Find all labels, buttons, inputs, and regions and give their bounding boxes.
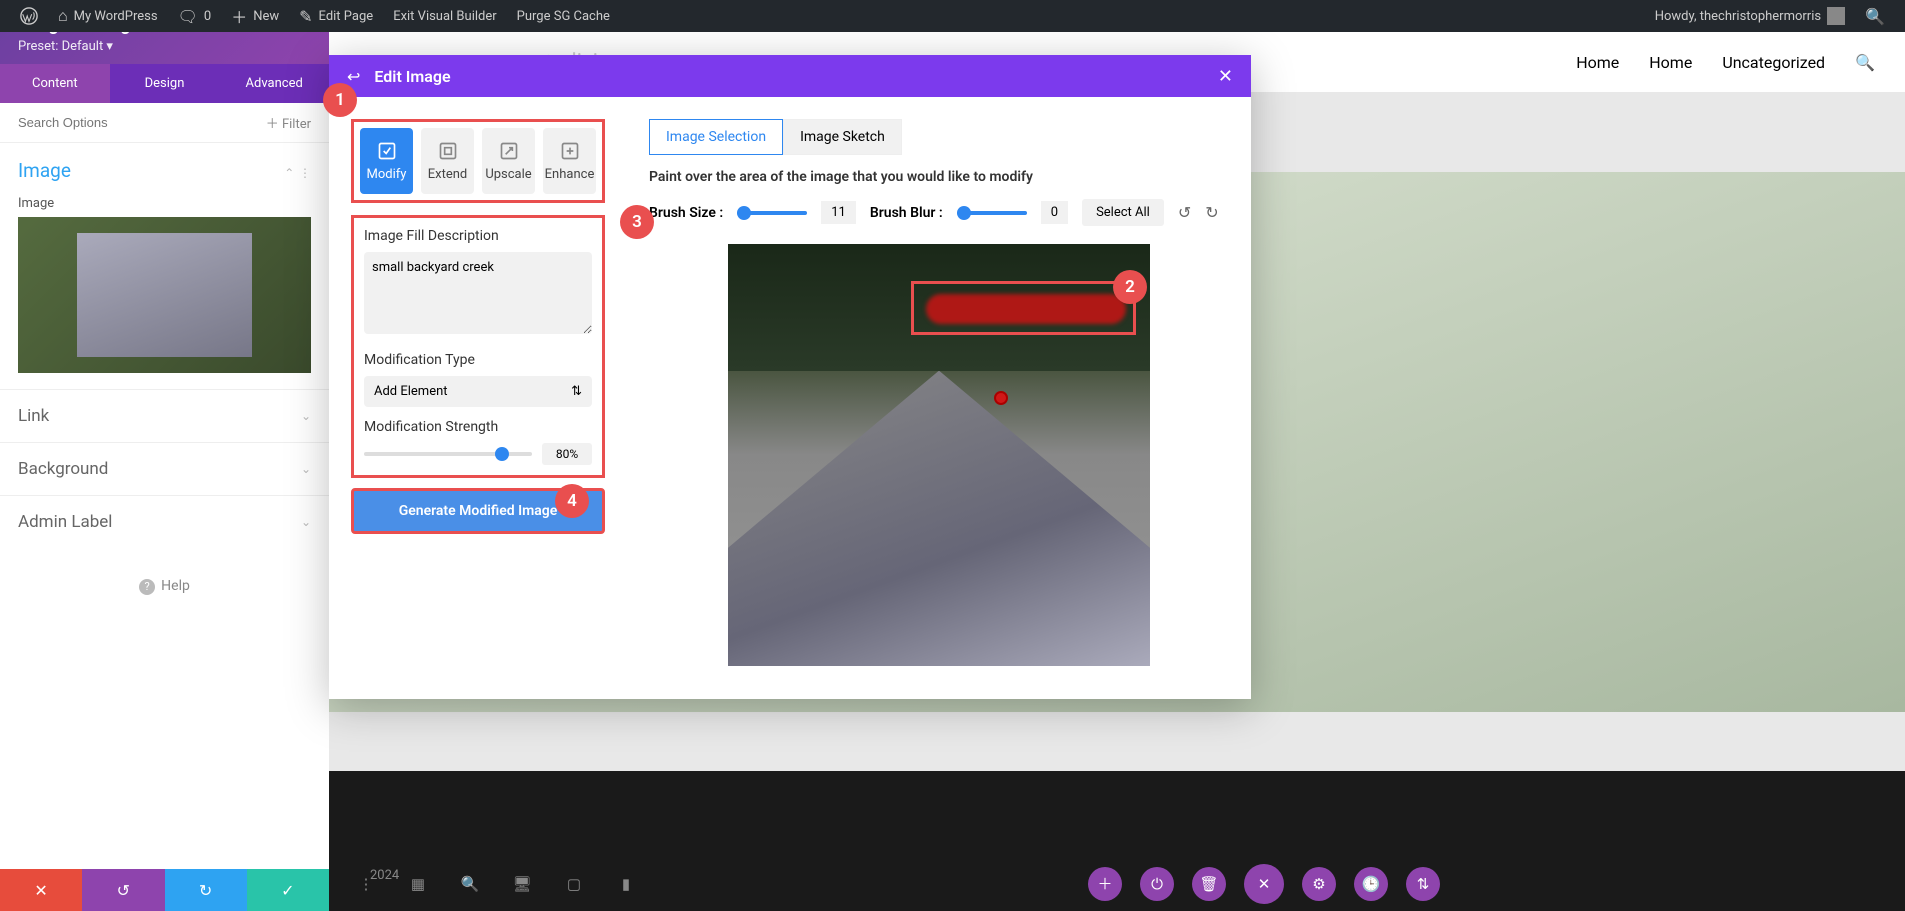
- section-link[interactable]: Link⌄: [0, 389, 329, 442]
- image-tabs: Image Selection Image Sketch: [649, 119, 1229, 155]
- cancel-button[interactable]: ✕: [0, 869, 82, 911]
- history-icon[interactable]: 🕒: [1354, 867, 1388, 901]
- tab-advanced[interactable]: Advanced: [219, 64, 329, 103]
- comments[interactable]: 🗨0: [168, 0, 222, 32]
- section-background[interactable]: Background⌄: [0, 442, 329, 495]
- undo-button[interactable]: ↺: [82, 869, 164, 911]
- chevron-down-icon: ⌄: [301, 515, 311, 529]
- select-arrows-icon: ⇅: [571, 384, 582, 399]
- paint-highlight-box: [911, 281, 1136, 335]
- brush-controls: Brush Size : 11 Brush Blur : 0 Select Al…: [649, 199, 1229, 226]
- extend-button[interactable]: Extend: [421, 128, 474, 194]
- brush-blur-slider[interactable]: [957, 211, 1027, 215]
- modification-strength-label: Modification Strength: [364, 419, 592, 435]
- close-icon[interactable]: ✕: [1218, 66, 1233, 87]
- action-group: Modify Extend Upscale Enhance: [351, 119, 605, 203]
- new-content[interactable]: ＋New: [221, 0, 289, 32]
- brush-size-slider[interactable]: [737, 211, 807, 215]
- paint-canvas[interactable]: [728, 244, 1150, 666]
- chevron-down-icon: ⌄: [301, 462, 311, 476]
- wp-admin-bar: ⌂My WordPress 🗨0 ＋New ✎Edit Page Exit Vi…: [0, 0, 1905, 32]
- tab-design[interactable]: Design: [110, 64, 220, 103]
- form-section: Image Fill Description small backyard cr…: [351, 215, 605, 478]
- nav-search-icon[interactable]: 🔍: [1855, 53, 1875, 72]
- step-badge-2: 2: [1113, 270, 1147, 304]
- user-avatar: [1827, 7, 1845, 25]
- undo-icon[interactable]: ↺: [1178, 203, 1191, 222]
- phone-icon[interactable]: ▮: [609, 867, 643, 901]
- nav-uncategorized[interactable]: Uncategorized: [1722, 53, 1825, 72]
- tab-image-selection[interactable]: Image Selection: [649, 119, 783, 155]
- settings-search-row: ＋ Filter: [0, 103, 329, 143]
- help-icon: ?: [139, 579, 155, 595]
- redo-button[interactable]: ↻: [165, 869, 247, 911]
- image-thumbnail[interactable]: [18, 217, 311, 373]
- settings-footer: ✕ ↺ ↻ ✓: [0, 869, 329, 911]
- save-button[interactable]: ✓: [247, 869, 329, 911]
- preset-selector[interactable]: Preset: Default ▾: [18, 39, 311, 54]
- trash-icon[interactable]: 🗑: [1192, 867, 1226, 901]
- section-image-header[interactable]: Image ⌃ ⋮: [0, 143, 329, 190]
- settings-panel: Image Settings Preset: Default ▾ ⛶ ◨ ⋮ C…: [0, 0, 329, 911]
- edit-modal-header: ↩ Edit Image ✕: [329, 55, 1251, 97]
- ellipsis-icon[interactable]: ⋮: [299, 166, 311, 180]
- modify-button[interactable]: Modify: [360, 128, 413, 194]
- filter-button[interactable]: ＋ Filter: [266, 113, 311, 132]
- edit-modal-title: Edit Image: [374, 67, 450, 86]
- fill-description-input[interactable]: small backyard creek: [364, 252, 592, 334]
- wp-logo[interactable]: [10, 0, 48, 32]
- step-badge-4: 4: [555, 484, 589, 518]
- tablet-icon[interactable]: ▢: [557, 867, 591, 901]
- nav-home-1[interactable]: Home: [1576, 53, 1619, 72]
- tab-image-sketch[interactable]: Image Sketch: [783, 119, 902, 155]
- brush-blur-value: 0: [1041, 201, 1068, 224]
- step-badge-3: 3: [620, 205, 654, 239]
- edit-page[interactable]: ✎Edit Page: [289, 0, 383, 32]
- redo-icon[interactable]: ↻: [1205, 203, 1218, 222]
- strength-slider[interactable]: [364, 452, 532, 456]
- chevron-down-icon: ⌄: [301, 409, 311, 423]
- settings-gear-icon[interactable]: ⚙: [1302, 867, 1336, 901]
- brush-size-label: Brush Size :: [649, 205, 723, 221]
- howdy-user[interactable]: Howdy, thechristophermorris: [1645, 0, 1855, 32]
- brush-blur-label: Brush Blur :: [870, 205, 943, 221]
- modification-type-label: Modification Type: [364, 352, 592, 368]
- wireframe-icon[interactable]: ▦: [401, 867, 435, 901]
- search-input[interactable]: [18, 113, 256, 132]
- nav-home-2[interactable]: Home: [1649, 53, 1692, 72]
- select-all-button[interactable]: Select All: [1082, 199, 1164, 226]
- section-image: Image ⌃ ⋮ Image: [0, 143, 329, 389]
- brush-size-value: 11: [821, 201, 856, 224]
- close-builder-icon[interactable]: ✕: [1244, 864, 1284, 904]
- purge-cache[interactable]: Purge SG Cache: [507, 0, 620, 32]
- back-arrow-icon[interactable]: ↩: [347, 67, 360, 86]
- settings-tabs: Content Design Advanced: [0, 64, 329, 103]
- chevron-up-icon: ⌃: [284, 166, 294, 180]
- power-icon[interactable]: ⏻: [1140, 867, 1174, 901]
- search-icon[interactable]: 🔍: [1855, 0, 1895, 32]
- enhance-button[interactable]: Enhance: [543, 128, 596, 194]
- bottom-toolbar: ⋮ ▦ 🔍 🖥 ▢ ▮ ＋ ⏻ 🗑 ✕ ⚙ 🕒 ⇅: [329, 856, 1905, 911]
- paint-instruction: Paint over the area of the image that yo…: [649, 169, 1229, 185]
- image-label: Image: [18, 196, 311, 211]
- strength-value: 80%: [542, 443, 592, 465]
- brush-cursor: [994, 391, 1008, 405]
- more-icon[interactable]: ⋮: [349, 867, 383, 901]
- add-icon[interactable]: ＋: [1088, 867, 1122, 901]
- zoom-icon[interactable]: 🔍: [453, 867, 487, 901]
- site-name[interactable]: ⌂My WordPress: [48, 0, 168, 32]
- tab-content[interactable]: Content: [0, 64, 110, 103]
- sort-icon[interactable]: ⇅: [1406, 867, 1440, 901]
- edit-right-panel: Image Selection Image Sketch Paint over …: [627, 97, 1251, 699]
- edit-image-modal: ↩ Edit Image ✕ Modify Extend Upscale: [329, 55, 1251, 699]
- upscale-button[interactable]: Upscale: [482, 128, 535, 194]
- section-admin-label[interactable]: Admin Label⌄: [0, 495, 329, 548]
- modification-type-select[interactable]: Add Element⇅: [364, 376, 592, 407]
- step-badge-1: 1: [323, 83, 357, 117]
- fill-description-label: Image Fill Description: [364, 228, 592, 244]
- help-link[interactable]: ?Help: [0, 548, 329, 625]
- edit-left-panel: Modify Extend Upscale Enhance Image Fill…: [329, 97, 627, 699]
- exit-visual-builder[interactable]: Exit Visual Builder: [383, 0, 506, 32]
- desktop-icon[interactable]: 🖥: [505, 867, 539, 901]
